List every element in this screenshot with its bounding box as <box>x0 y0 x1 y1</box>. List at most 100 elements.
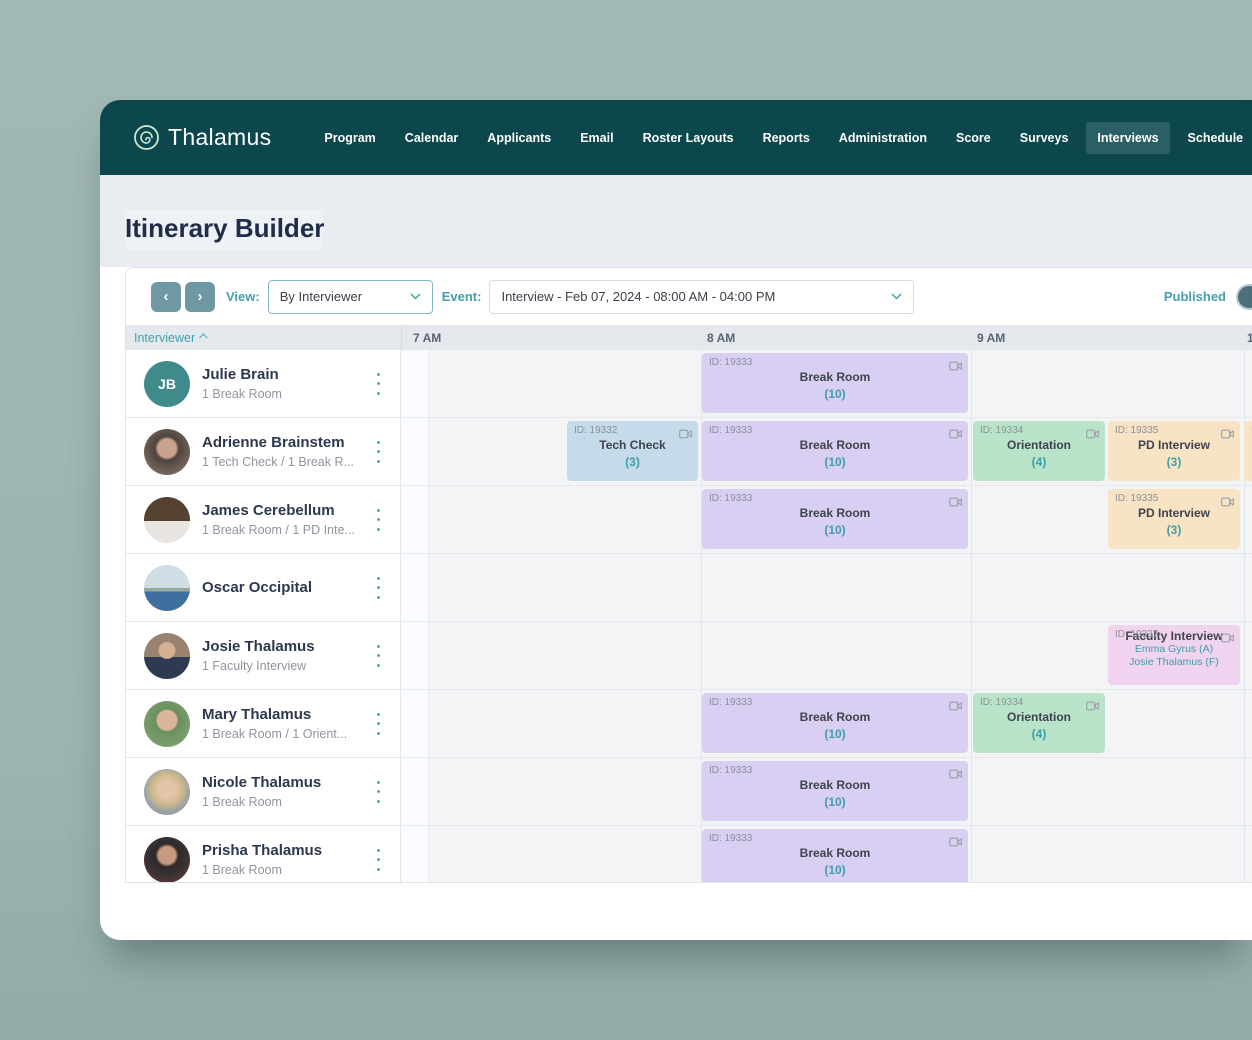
block-count: (3) <box>567 455 698 469</box>
interviewer-name: Josie Thalamus <box>202 638 315 655</box>
interviewer-cell: JBJulie Brain1 Break Room <box>126 350 401 417</box>
nav-item-roster-layouts[interactable]: Roster Layouts <box>632 122 745 154</box>
desktop-background: Thalamus ProgramCalendarApplicantsEmailR… <box>0 0 1252 1040</box>
avatar-photo <box>144 633 190 679</box>
nav-item-administration[interactable]: Administration <box>828 122 938 154</box>
brand[interactable]: Thalamus <box>133 124 271 151</box>
interviewer-name: James Cerebellum <box>202 502 355 519</box>
schedule-block-pd-interview[interactable]: ID: 19335PD Interview(3) <box>1108 489 1240 549</box>
gridline <box>971 690 972 757</box>
schedule-block-break-room[interactable]: ID: 19333Break Room(10) <box>702 489 968 549</box>
schedule-block-partial[interactable]: ID: <box>1244 421 1252 481</box>
nav-item-calendar[interactable]: Calendar <box>394 122 470 154</box>
schedule-block-break-room[interactable]: ID: 19333Break Room(10) <box>702 693 968 753</box>
event-label: Event: <box>442 289 482 304</box>
schedule-block-break-room[interactable]: ID: 19333Break Room(10) <box>702 421 968 481</box>
table-row: Josie Thalamus 1 Faculty Interview ID: 193… <box>126 622 1252 690</box>
nav-item-email[interactable]: Email <box>569 122 624 154</box>
app-window: Thalamus ProgramCalendarApplicantsEmailR… <box>100 100 1252 940</box>
table-row: JBJulie Brain1 Break Room ID: 19333Break … <box>126 350 1252 418</box>
schedule-block-break-room[interactable]: ID: 19333Break Room(10) <box>702 761 968 821</box>
interviewer-info: Adrienne Brainstem1 Tech Check / 1 Break… <box>202 434 354 469</box>
schedule-block-break-room[interactable]: ID: 19333Break Room(10) <box>702 829 968 883</box>
schedule-block-faculty-interview[interactable]: ID: 19337Faculty InterviewEmma Gyrus (A)… <box>1108 625 1240 685</box>
pre-hour-cell <box>401 554 429 621</box>
chevron-down-icon <box>891 293 902 300</box>
table-row: Oscar Occipital <box>126 554 1252 622</box>
block-count: (3) <box>1108 455 1240 469</box>
nav-item-score[interactable]: Score <box>945 122 1002 154</box>
interviewer-column-header[interactable]: Interviewer <box>134 331 205 345</box>
published-toggle[interactable] <box>1236 284 1252 310</box>
block-id: ID: 19332 <box>574 425 617 436</box>
view-select-value: By Interviewer <box>280 289 362 304</box>
block-title: Break Room <box>702 778 968 792</box>
block-id: ID: 19335 <box>1115 425 1158 436</box>
video-camera-icon <box>1221 494 1234 512</box>
video-camera-icon <box>1221 426 1234 444</box>
avatar-photo <box>144 837 190 883</box>
nav-item-reports[interactable]: Reports <box>752 122 821 154</box>
interviewer-assignments: 1 Tech Check / 1 Break R... <box>202 455 354 469</box>
interviewer-info: Oscar Occipital <box>202 579 312 596</box>
interviewer-name: Nicole Thalamus <box>202 774 321 791</box>
schedule-block-tech-check[interactable]: ID: 19332Tech Check(3) <box>567 421 698 481</box>
interviewer-assignments: 1 Break Room / 1 Orient... <box>202 727 347 741</box>
interviewer-cell: James Cerebellum 1 Break Room / 1 PD Inte… <box>126 486 401 553</box>
nav-item-applicants[interactable]: Applicants <box>476 122 562 154</box>
video-camera-icon <box>949 698 962 716</box>
time-axis-label: 8 AM <box>707 331 735 345</box>
block-count: (10) <box>702 387 968 401</box>
time-axis-label: 7 AM <box>413 331 441 345</box>
table-row: Nicole Thalamus1 Break RoomID: 19333Brea… <box>126 758 1252 826</box>
row-menu-button[interactable] <box>370 577 386 599</box>
video-camera-icon <box>949 834 962 852</box>
interviewer-name: Oscar Occipital <box>202 579 312 596</box>
row-menu-button[interactable] <box>370 509 386 531</box>
gridline <box>1244 758 1245 825</box>
pre-hour-cell <box>401 486 429 553</box>
interviewer-cell: Mary Thalamus 1 Break Room / 1 Orient... <box>126 690 401 757</box>
schedule-block-orientation[interactable]: ID: 19334Orientation(4) <box>973 421 1105 481</box>
pre-hour-cell <box>401 690 429 757</box>
row-menu-button[interactable] <box>370 645 386 667</box>
next-button[interactable]: › <box>185 282 215 312</box>
avatar-photo <box>144 497 190 543</box>
interviewer-assignments: 1 Faculty Interview <box>202 659 315 673</box>
interviewer-assignments: 1 Break Room / 1 PD Inte... <box>202 523 355 537</box>
time-axis-label: 9 AM <box>977 331 1005 345</box>
interviewer-cell: Oscar Occipital <box>126 554 401 621</box>
schedule-block-pd-interview[interactable]: ID: 19335PD Interview(3) <box>1108 421 1240 481</box>
interviewer-name: Mary Thalamus <box>202 706 347 723</box>
prev-button[interactable]: ‹ <box>151 282 181 312</box>
view-select[interactable]: By Interviewer <box>268 280 433 314</box>
interviewer-info: Josie Thalamus 1 Faculty Interview <box>202 638 315 673</box>
event-select[interactable]: Interview - Feb 07, 2024 - 08:00 AM - 04… <box>489 280 914 314</box>
row-menu-button[interactable] <box>370 373 386 395</box>
block-id: ID: 19333 <box>709 425 752 436</box>
block-participant: Josie Thalamus (F) <box>1108 656 1240 669</box>
interviewer-cell: Josie Thalamus 1 Faculty Interview <box>126 622 401 689</box>
nav-item-interviews[interactable]: Interviews <box>1086 122 1169 154</box>
schedule-block-orientation[interactable]: ID: 19334Orientation(4) <box>973 693 1105 753</box>
schedule-block-break-room[interactable]: ID: 19333Break Room(10) <box>702 353 968 413</box>
row-menu-button[interactable] <box>370 849 386 871</box>
pre-hour-cell <box>401 418 429 485</box>
gridline <box>971 826 972 883</box>
row-menu-button[interactable] <box>370 781 386 803</box>
pre-hour-cell <box>401 826 429 883</box>
row-menu-button[interactable] <box>370 441 386 463</box>
nav-item-program[interactable]: Program <box>313 122 386 154</box>
nav-item-schedule[interactable]: Schedule <box>1177 122 1252 154</box>
video-camera-icon <box>1221 630 1234 648</box>
row-menu-button[interactable] <box>370 713 386 735</box>
thalamus-logo-icon <box>133 124 160 151</box>
nav-item-surveys[interactable]: Surveys <box>1009 122 1080 154</box>
interviewer-cell: Prisha Thalamus1 Break Room <box>126 826 401 883</box>
gridline <box>701 622 702 689</box>
interviewer-cell: Nicole Thalamus1 Break Room <box>126 758 401 825</box>
block-count: (10) <box>702 523 968 537</box>
block-id: ID: 19334 <box>980 697 1023 708</box>
block-title: Break Room <box>702 846 968 860</box>
block-count: (10) <box>702 795 968 809</box>
